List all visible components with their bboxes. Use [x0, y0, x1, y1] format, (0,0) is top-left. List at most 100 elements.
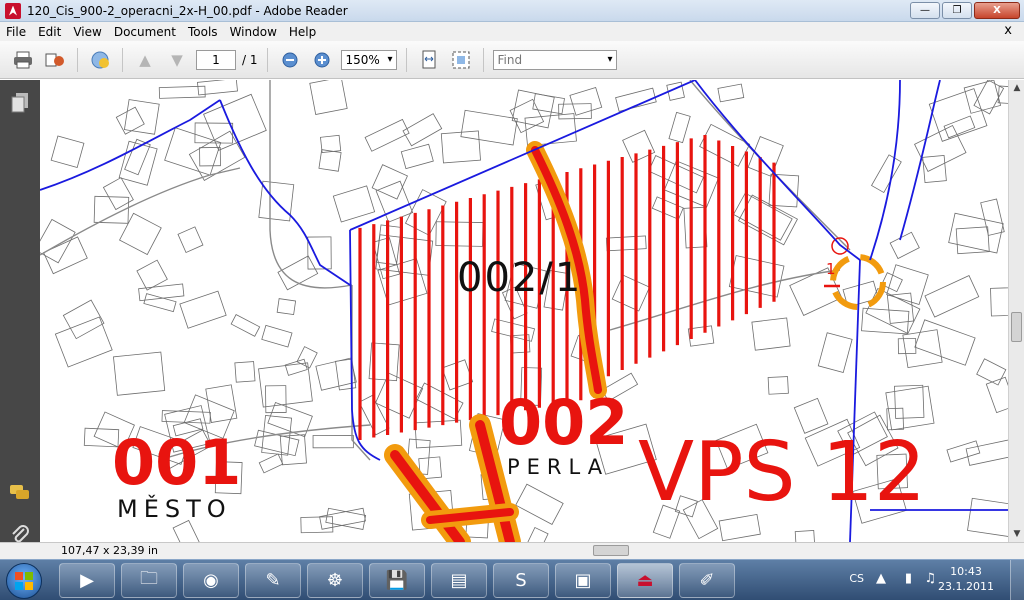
vertical-scroll-thumb[interactable]: [1011, 312, 1022, 342]
firefox-icon: ◉: [203, 570, 219, 591]
skype-icon: S: [515, 570, 527, 591]
page-total: / 1: [242, 52, 258, 67]
adobe-reader-icon: [5, 2, 21, 19]
boundary-line: [869, 80, 901, 261]
close-button[interactable]: X: [974, 2, 1020, 19]
show-desktop-button[interactable]: [1010, 560, 1024, 601]
document-view[interactable]: 002/1 001 MĚSTO 002 PERLA VPS 12 1: [40, 80, 1008, 542]
find-input[interactable]: Find: [492, 49, 617, 70]
horizontal-scroll-thumb[interactable]: [593, 545, 629, 556]
parcel-outline: [460, 109, 518, 146]
blender-icon: ☸: [326, 570, 344, 591]
full-screen-icon[interactable]: [448, 47, 474, 73]
parcel-outline: [300, 516, 334, 534]
zone-001-number: 001: [112, 426, 242, 499]
taskbar-paint-brush-button[interactable]: ✎: [245, 563, 301, 598]
clock[interactable]: 10:43 23.1.2011: [938, 564, 994, 594]
parcel-outline: [524, 526, 549, 542]
parcel-outline: [946, 440, 981, 463]
menu-edit[interactable]: Edit: [32, 25, 67, 39]
tray-arrow-icon[interactable]: ▲: [876, 571, 886, 586]
menu-file[interactable]: File: [0, 25, 32, 39]
previous-page-icon[interactable]: ▲: [132, 47, 158, 73]
parcel-outline: [794, 530, 816, 542]
document-close-button[interactable]: x: [1004, 23, 1012, 38]
taskbar-adobe-reader-button[interactable]: ⏏: [617, 563, 673, 598]
fit-width-icon[interactable]: [416, 47, 442, 73]
zoom-in-icon[interactable]: [309, 47, 335, 73]
language-indicator[interactable]: CS: [849, 572, 864, 585]
parcel-outline: [335, 358, 357, 391]
taskbar: ▶ 🗀 ◉ ✎ ☸ 💾 ▤ S ▣ ⏏ ✐ CS ▲ ▮ ♫ 10:43 23.1.2011: [0, 559, 1024, 601]
zone-001-name: MĚSTO: [117, 495, 232, 523]
parcel-outline: [402, 113, 443, 147]
taskbar-media-player-button[interactable]: ▶: [59, 563, 115, 598]
page-number-input[interactable]: 1: [196, 49, 236, 70]
menu-window[interactable]: Window: [224, 25, 283, 39]
menu-tools[interactable]: Tools: [182, 25, 224, 39]
menu-document[interactable]: Document: [108, 25, 182, 39]
next-page-icon[interactable]: ▼: [164, 47, 190, 73]
parcel-outline: [886, 264, 929, 306]
taskbar-paint-button[interactable]: ✐: [679, 563, 735, 598]
menu-help[interactable]: Help: [283, 25, 322, 39]
street-edge: [269, 80, 353, 289]
parcel-outline: [914, 319, 976, 366]
collaborate-icon[interactable]: [87, 47, 113, 73]
parcel-outline: [267, 402, 313, 438]
explorer-icon: 🗀: [140, 567, 158, 589]
paint-brush-icon: ✎: [265, 570, 281, 591]
parcel-outline: [943, 115, 976, 139]
clock-time: 10:43: [950, 565, 982, 578]
toolbar-separator: [77, 47, 78, 72]
horizontal-scrollbar[interactable]: [40, 543, 1008, 558]
zone-002-number: 002: [499, 386, 629, 459]
paint-icon: ✐: [699, 570, 715, 591]
share-icon[interactable]: [42, 47, 68, 73]
taskbar-blender-button[interactable]: ☸: [307, 563, 363, 598]
taskbar-explorer-button[interactable]: 🗀: [121, 563, 177, 598]
parcel-outline: [924, 275, 980, 318]
vertical-scrollbar[interactable]: ▲ ▼: [1008, 80, 1024, 542]
taskbar-scanner-button[interactable]: ▤: [431, 563, 487, 598]
parcel-outline: [605, 235, 647, 252]
zoom-select[interactable]: 150%: [340, 49, 397, 70]
volume-icon[interactable]: ♫: [924, 571, 936, 586]
start-button[interactable]: [6, 563, 42, 599]
toolbar-separator: [122, 47, 123, 72]
parcel-outline: [113, 351, 166, 396]
pages-icon[interactable]: [9, 92, 31, 114]
parcel-outline: [767, 376, 789, 395]
parcel-outline: [668, 111, 691, 144]
minimize-button[interactable]: —: [910, 2, 940, 19]
parcel-outline: [197, 80, 238, 96]
parcel-outline: [400, 143, 434, 170]
parcel-outline: [967, 497, 1008, 538]
parcel-outline: [928, 88, 988, 142]
taskbar-photo-viewer-button[interactable]: ▣: [555, 563, 611, 598]
parcel-outline: [143, 293, 177, 313]
parcel-outline: [894, 384, 925, 419]
parcel-outline: [532, 93, 565, 115]
clock-date: 23.1.2011: [938, 580, 994, 593]
menu-view[interactable]: View: [67, 25, 107, 39]
parcel-outline: [611, 274, 651, 312]
parcel-outline: [261, 414, 293, 456]
parcel-outline: [62, 299, 105, 340]
scroll-down-icon[interactable]: ▼: [1009, 526, 1024, 542]
parcel-outline: [569, 86, 603, 116]
taskbar-save-button[interactable]: 💾: [369, 563, 425, 598]
taskbar-skype-button[interactable]: S: [493, 563, 549, 598]
comments-icon[interactable]: [9, 484, 31, 506]
print-icon[interactable]: [10, 47, 36, 73]
parcel-outline: [309, 80, 348, 115]
taskbar-firefox-button[interactable]: ◉: [183, 563, 239, 598]
parcel-outline: [179, 290, 227, 329]
boundary-line: [40, 99, 221, 191]
network-icon[interactable]: ▮: [905, 571, 912, 586]
parcel-outline: [375, 234, 434, 276]
zoom-out-icon[interactable]: [277, 47, 303, 73]
scroll-up-icon[interactable]: ▲: [1009, 80, 1024, 96]
parcel-outline: [43, 236, 88, 275]
maximize-button[interactable]: ❐: [942, 2, 972, 19]
